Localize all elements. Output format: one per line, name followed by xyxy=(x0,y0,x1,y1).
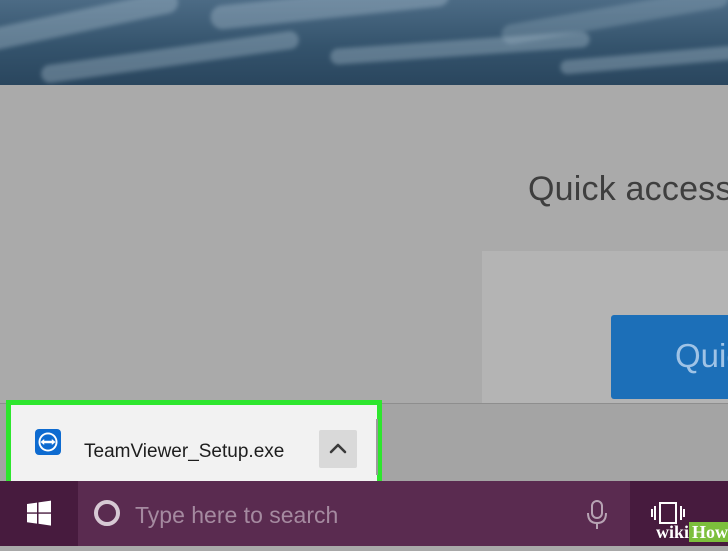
wikihow-watermark: wiki How xyxy=(656,522,728,543)
download-shelf-divider xyxy=(376,419,378,475)
chevron-up-icon xyxy=(329,443,347,454)
cortana-icon xyxy=(94,500,120,526)
teamviewer-icon xyxy=(35,429,61,455)
download-file-name[interactable]: TeamViewer_Setup.exe xyxy=(84,441,284,463)
taskbar: Type here to search xyxy=(0,481,728,546)
download-options-button[interactable] xyxy=(319,430,357,468)
quick-access-heading: Quick access xyxy=(528,170,728,208)
download-item[interactable]: TeamViewer_Setup.exe xyxy=(6,400,382,492)
watermark-wiki: wiki xyxy=(656,522,690,542)
watermark-how: How xyxy=(689,522,728,542)
quick-access-button[interactable]: Quic xyxy=(611,315,728,399)
start-button[interactable] xyxy=(0,481,78,546)
windows-logo-icon xyxy=(27,500,51,526)
search-placeholder: Type here to search xyxy=(135,502,339,528)
taskbar-search-box[interactable]: Type here to search xyxy=(78,481,630,546)
microphone-icon[interactable] xyxy=(583,499,611,531)
quick-access-button-label: Quic xyxy=(675,337,728,374)
header-background-image xyxy=(0,0,728,85)
